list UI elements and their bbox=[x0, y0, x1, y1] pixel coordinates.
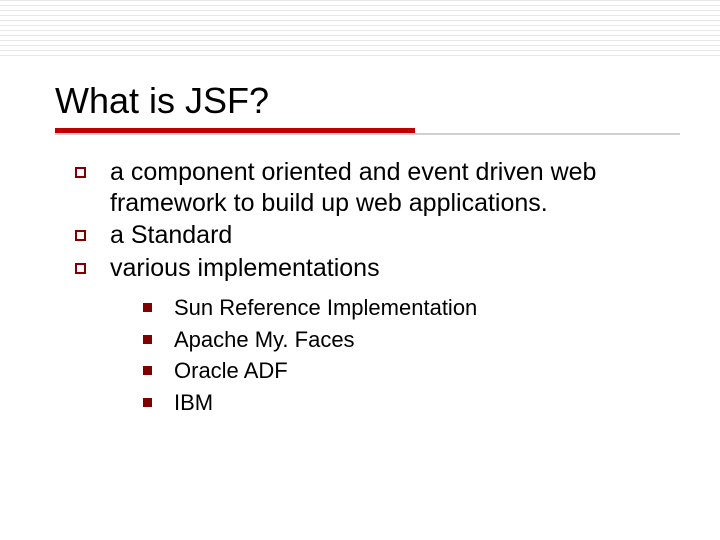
slide-content: What is JSF? a component oriented and ev… bbox=[55, 80, 680, 420]
list-item: IBM bbox=[143, 388, 680, 418]
bullet-text: a Standard bbox=[110, 220, 680, 251]
square-solid-icon bbox=[143, 398, 152, 407]
header-stripes bbox=[0, 0, 720, 60]
square-solid-icon bbox=[143, 335, 152, 344]
square-open-icon bbox=[75, 230, 86, 241]
list-item: various implementations bbox=[75, 253, 680, 284]
bullet-text: a component oriented and event driven we… bbox=[110, 157, 680, 218]
list-item: Sun Reference Implementation bbox=[143, 293, 680, 323]
list-item: Oracle ADF bbox=[143, 356, 680, 386]
bullet-list-level1: a component oriented and event driven we… bbox=[75, 157, 680, 283]
list-item: a Standard bbox=[75, 220, 680, 251]
square-open-icon bbox=[75, 263, 86, 274]
bullet-list-level2: Sun Reference Implementation Apache My. … bbox=[143, 293, 680, 418]
square-open-icon bbox=[75, 167, 86, 178]
list-item: a component oriented and event driven we… bbox=[75, 157, 680, 218]
subbullet-text: Sun Reference Implementation bbox=[174, 293, 680, 323]
slide-title: What is JSF? bbox=[55, 80, 680, 122]
subbullet-text: Apache My. Faces bbox=[174, 325, 680, 355]
square-solid-icon bbox=[143, 366, 152, 375]
bullet-text: various implementations bbox=[110, 253, 680, 284]
title-rule bbox=[55, 128, 680, 135]
square-solid-icon bbox=[143, 303, 152, 312]
list-item: Apache My. Faces bbox=[143, 325, 680, 355]
subbullet-text: Oracle ADF bbox=[174, 356, 680, 386]
subbullet-text: IBM bbox=[174, 388, 680, 418]
